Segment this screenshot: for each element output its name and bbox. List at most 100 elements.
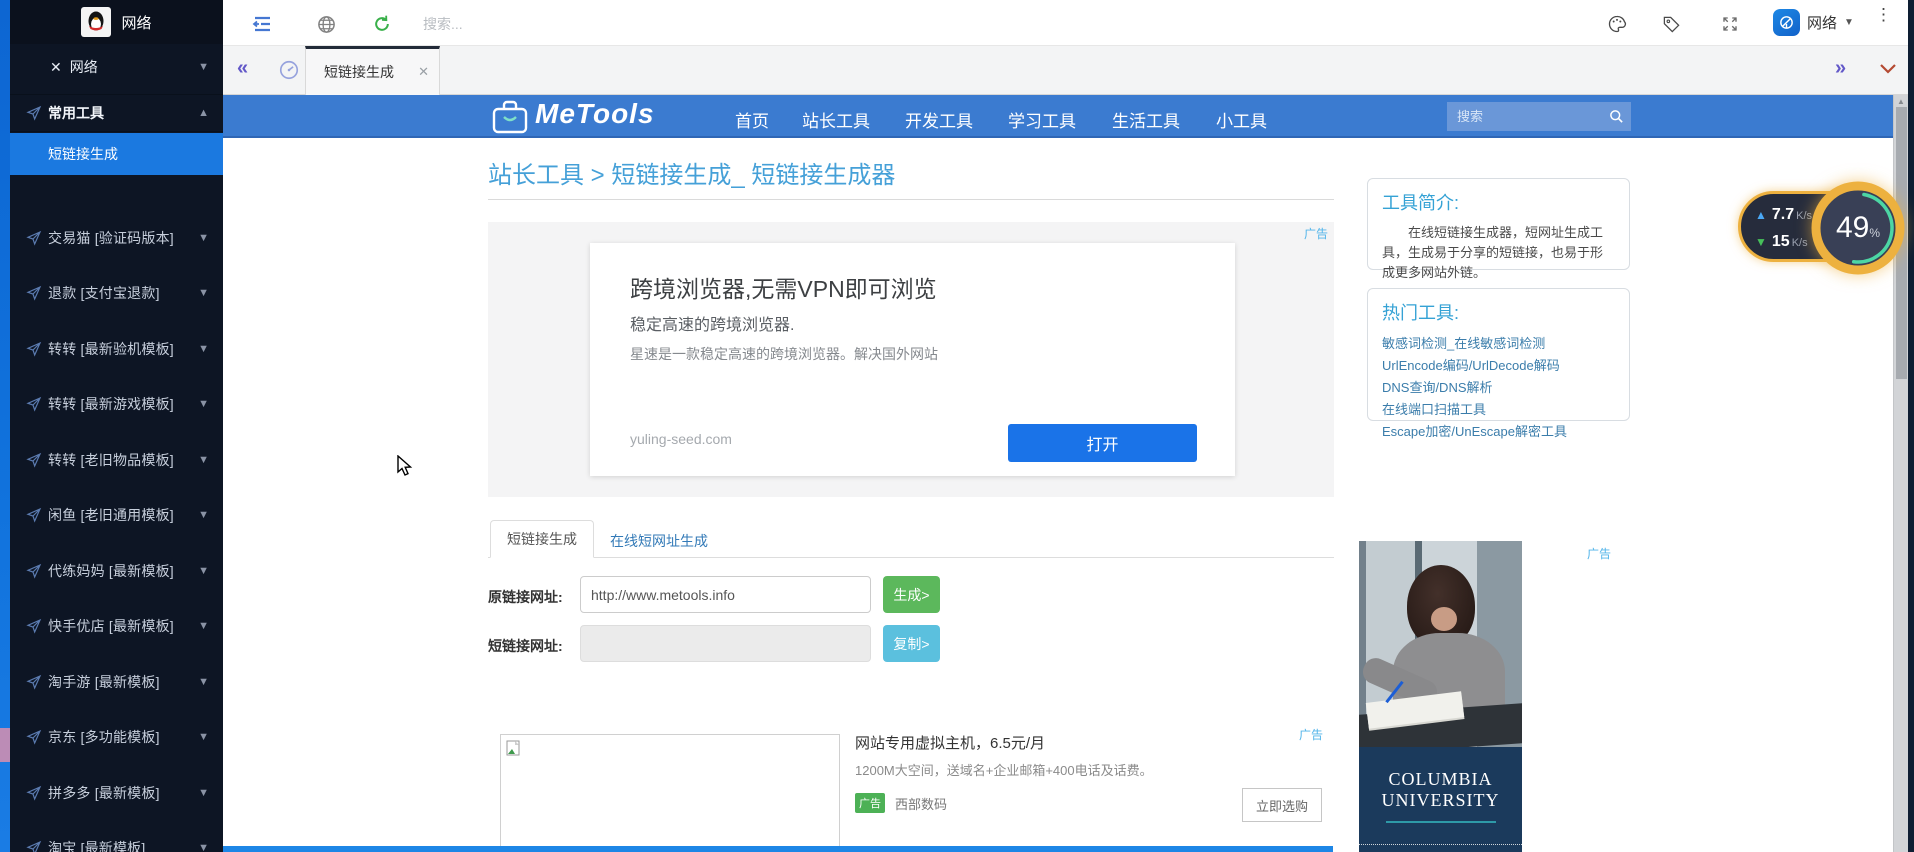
paper-plane-icon <box>26 105 42 121</box>
hot-tools-panel: 热门工具: 敏感词检测_在线敏感词检测 UrlEncode编码/UrlDecod… <box>1367 288 1630 421</box>
desktop-edge-left <box>0 0 10 852</box>
sidebar-item-jingdong[interactable]: 京东 [多功能模板]▼ <box>10 710 223 766</box>
sidebar-item-zhuanzhuan-laojiu[interactable]: 转转 [老旧物品模板]▼ <box>10 432 223 488</box>
site-search-box[interactable] <box>1447 102 1631 131</box>
chevron-down-icon[interactable]: ▼ <box>198 61 209 73</box>
dashboard-icon[interactable] <box>278 59 300 86</box>
ad-badge: 广告 <box>855 793 885 813</box>
sidebar-item-taoshouyou[interactable]: 淘手游 [最新模板]▼ <box>10 654 223 710</box>
chevron-down-icon[interactable]: ▼ <box>198 232 209 244</box>
nav-small-tools[interactable]: 小工具 <box>1216 107 1267 132</box>
sidebar-item-jiaoyimao[interactable]: 交易猫 [验证码版本]▼ <box>10 210 223 266</box>
sidebar-item-taobao[interactable]: 淘宝 [最新模板]▼ <box>10 821 223 852</box>
tab-short-link-generate[interactable]: 短链接生成 <box>490 520 594 558</box>
qq-section-common-tools[interactable]: 常用工具 ▲ <box>10 94 223 132</box>
tab-close-icon[interactable]: ✕ <box>418 64 429 80</box>
paper-plane-icon <box>26 507 42 523</box>
globe-icon[interactable] <box>315 13 337 35</box>
sidebar-toggle-icon[interactable] <box>251 13 273 35</box>
menu-dots-icon[interactable]: ⋮ <box>1875 11 1889 19</box>
chevron-down-icon[interactable]: ▼ <box>198 731 209 743</box>
tabs-scroll-left-icon[interactable]: « <box>237 57 248 80</box>
columbia-ad-photo <box>1359 541 1522 747</box>
chevron-down-icon[interactable]: ▼ <box>198 565 209 577</box>
qq-tool-panel: 网络 ✕ 网络 ▼ 常用工具 ▲ 短链接生成 交易猫 [验证码版本]▼ 退款 [… <box>10 0 223 852</box>
sidebar-item-pinduoduo[interactable]: 拼多多 [最新模板]▼ <box>10 765 223 821</box>
refresh-icon[interactable] <box>371 13 393 35</box>
gauge-percent-value: 49 <box>1836 211 1869 245</box>
scrollbar-up-arrow[interactable]: ▲ <box>1894 97 1908 106</box>
tab-short-link[interactable]: 短链接生成 ✕ <box>305 46 440 95</box>
qq-group-row[interactable]: ✕ 网络 ▼ <box>10 48 223 86</box>
qq-panel-header: 网络 <box>10 0 223 44</box>
nav-home[interactable]: 首页 <box>735 107 769 132</box>
paper-plane-icon <box>26 563 42 579</box>
hot-link-sensitive-words[interactable]: 敏感词检测_在线敏感词检测 <box>1382 333 1615 355</box>
generate-button[interactable]: 生成> <box>883 576 940 613</box>
chevron-down-icon[interactable]: ▼ <box>198 620 209 632</box>
tabs-scroll-right-icon[interactable]: » <box>1835 57 1846 80</box>
paper-plane-icon <box>26 230 42 246</box>
nav-life-tools[interactable]: 生活工具 <box>1112 107 1180 132</box>
ad-label[interactable]: 广告 <box>1304 225 1328 242</box>
sidebar-item-xianyu[interactable]: 闲鱼 [老旧通用模板]▼ <box>10 488 223 544</box>
sidebar-item-zhuanzhuan-youxi[interactable]: 转转 [最新游戏模板]▼ <box>10 377 223 433</box>
item-label: 退款 [支付宝退款] <box>48 283 160 303</box>
paper-plane-icon <box>26 285 42 301</box>
sidebar-item-tuikuan[interactable]: 退款 [支付宝退款] ▼ <box>10 266 223 322</box>
sidebar-item-short-link-active[interactable]: 短链接生成 <box>10 133 223 175</box>
bottom-ad-image-placeholder[interactable] <box>500 734 840 852</box>
ad-subtitle: 稳定高速的跨境浏览器. <box>630 311 794 335</box>
tab-title: 短链接生成 <box>324 62 394 82</box>
close-group-icon[interactable]: ✕ <box>50 59 62 76</box>
chevron-down-icon[interactable]: ▼ <box>198 787 209 799</box>
chevron-down-icon[interactable]: ▼ <box>198 398 209 410</box>
theme-palette-icon[interactable] <box>1606 13 1628 35</box>
photo-figure <box>1431 607 1457 631</box>
source-url-input[interactable] <box>580 576 871 613</box>
short-url-output[interactable] <box>580 625 871 662</box>
metools-logo-text[interactable]: MeTools <box>535 98 655 130</box>
columbia-university-ad[interactable]: COLUMBIA UNIVERSITY <box>1359 541 1522 852</box>
hot-link-escape[interactable]: Escape加密/UnEscape解密工具 <box>1382 421 1615 443</box>
nav-study-tools[interactable]: 学习工具 <box>1008 107 1076 132</box>
acceleration-gauge-widget[interactable]: 49 % <box>1808 178 1908 278</box>
ad-label[interactable]: 广告 <box>1587 545 1611 562</box>
chevron-down-icon[interactable]: ▼ <box>198 676 209 688</box>
collapse-toolbar-icon[interactable] <box>1879 62 1897 80</box>
hot-link-dns[interactable]: DNS查询/DNS解析 <box>1382 377 1615 399</box>
search-icon[interactable] <box>1609 109 1624 124</box>
tag-icon[interactable] <box>1660 13 1682 35</box>
chevron-up-icon[interactable]: ▲ <box>198 107 209 119</box>
chevron-down-icon[interactable]: ▼ <box>198 509 209 521</box>
chevron-down-icon[interactable]: ▼ <box>198 454 209 466</box>
chevron-down-icon[interactable]: ▼ <box>198 343 209 355</box>
bottom-ad-title[interactable]: 网站专用虚拟主机，6.5元/月 <box>855 732 1045 753</box>
active-item-label: 短链接生成 <box>48 144 118 164</box>
top-ad-card[interactable]: 跨境浏览器,无需VPN即可浏览 稳定高速的跨境浏览器. 星速是一款稳定高速的跨境… <box>590 243 1235 476</box>
nav-dev-tools[interactable]: 开发工具 <box>905 107 973 132</box>
metools-logo-icon[interactable] <box>490 100 530 139</box>
fullscreen-icon[interactable] <box>1719 13 1741 35</box>
ad-open-button[interactable]: 打开 <box>1008 424 1197 462</box>
ad-label[interactable]: 广告 <box>1299 726 1323 743</box>
tab-online-short-url[interactable]: 在线短网址生成 <box>610 531 708 551</box>
chevron-down-icon[interactable]: ▼ <box>198 287 209 299</box>
tool-intro-panel: 工具简介: 在线短链接生成器，短网址生成工具，生成易于分享的短链接，也易于形成更… <box>1367 178 1630 270</box>
site-header: MeTools 首页 站长工具 开发工具 学习工具 生活工具 小工具 <box>223 95 1893 138</box>
browser-search-input[interactable]: 搜索... <box>423 14 463 34</box>
sidebar-item-kuaishouyoudian[interactable]: 快手优店 [最新模板]▼ <box>10 599 223 655</box>
nav-webmaster-tools[interactable]: 站长工具 <box>802 107 870 132</box>
site-search-input[interactable] <box>1457 109 1597 124</box>
tool-intro-body: 在线短链接生成器，短网址生成工具，生成易于分享的短链接，也易于形成更多网站外链。 <box>1382 223 1615 283</box>
hot-link-port-scan[interactable]: 在线端口扫描工具 <box>1382 399 1615 421</box>
browser-profile[interactable]: 网络 ▼ <box>1773 9 1854 36</box>
chevron-down-icon[interactable]: ▼ <box>198 842 209 852</box>
ad-source-url: yuling-seed.com <box>630 431 732 447</box>
sidebar-item-dailianmama[interactable]: 代练妈妈 [最新模板]▼ <box>10 543 223 599</box>
buy-now-button[interactable]: 立即选购 <box>1242 788 1322 822</box>
sidebar-item-zhuanzhuan-yanji[interactable]: 转转 [最新验机模板]▼ <box>10 321 223 377</box>
copy-button[interactable]: 复制> <box>883 625 940 662</box>
hot-link-urlencode[interactable]: UrlEncode编码/UrlDecode解码 <box>1382 355 1615 377</box>
top-ad-container[interactable]: 广告 跨境浏览器,无需VPN即可浏览 稳定高速的跨境浏览器. 星速是一款稳定高速… <box>488 222 1334 497</box>
